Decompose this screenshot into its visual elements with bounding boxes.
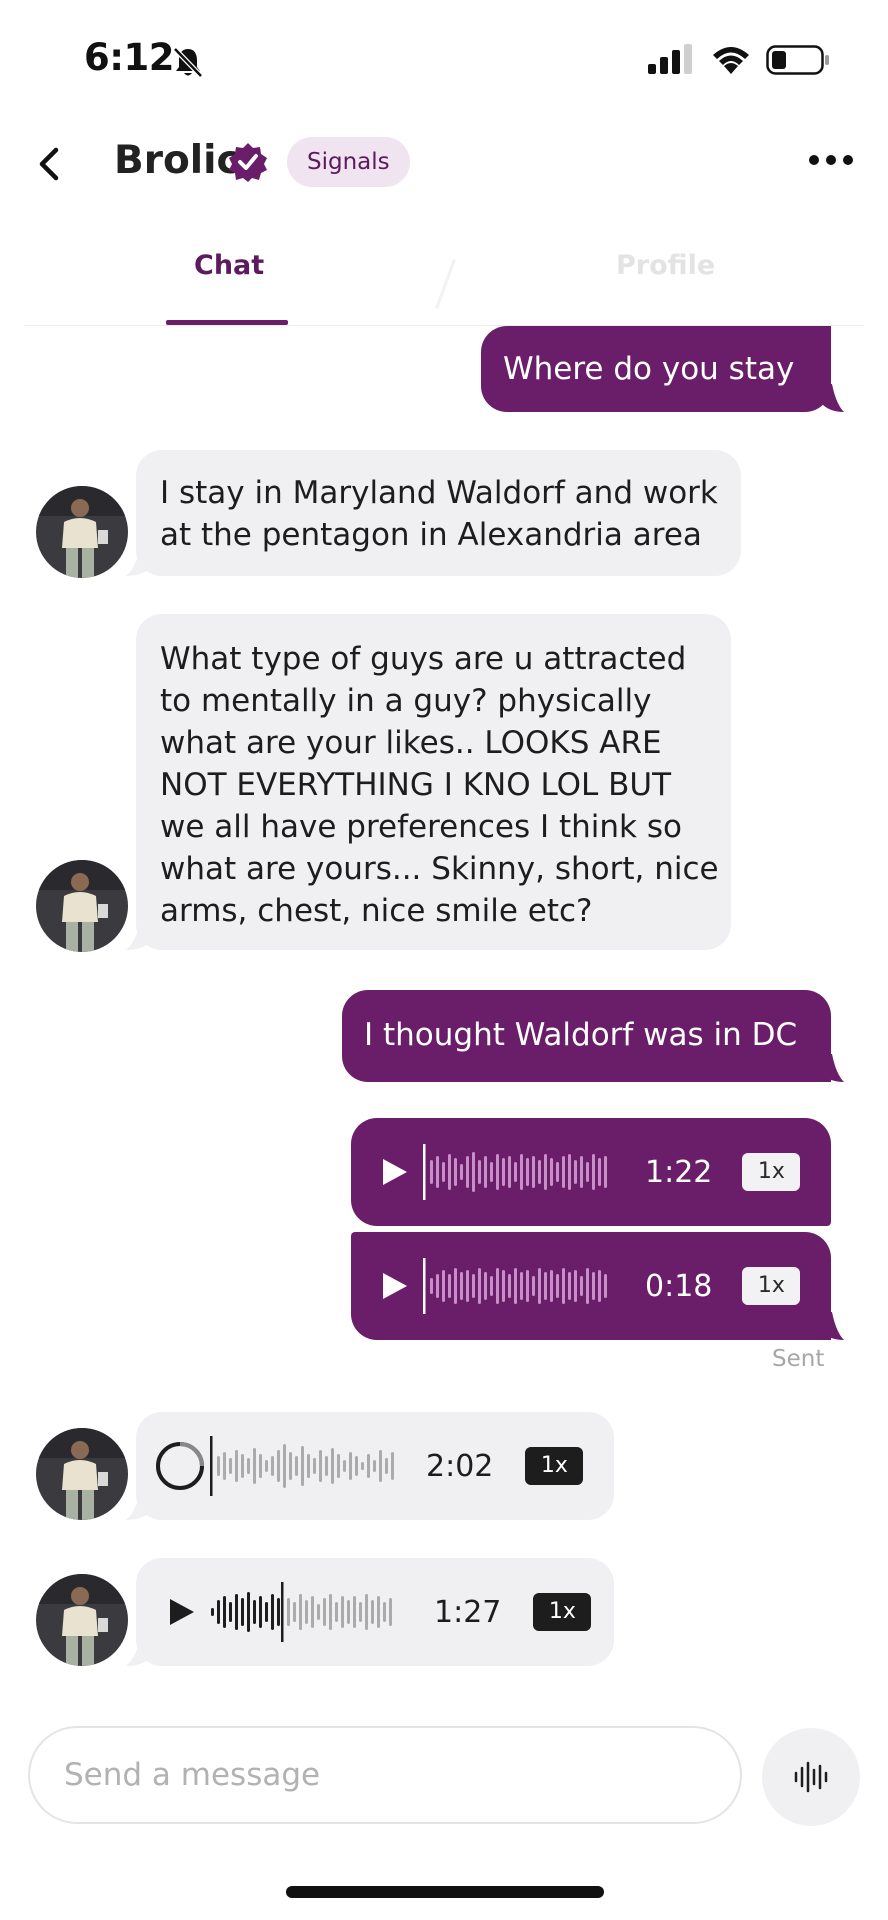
voice-duration: 0:18 [645,1268,713,1304]
waveform[interactable] [210,1582,400,1642]
message-line: I stay in Maryland Waldorf and work [160,475,718,511]
message-line: What type of guys are u attracted [160,641,687,677]
tab-divider [435,259,456,309]
signal-icon [648,44,692,74]
voice-record-button[interactable] [762,1728,860,1826]
status-bar: 6:12 [0,0,888,120]
avatar-photo [36,860,128,952]
signals-badge[interactable]: Signals [287,137,410,187]
voice-waveform-icon [794,1761,828,1793]
voice-message[interactable]: 2:02 1x [136,1412,614,1520]
bubble-tail [822,1054,844,1082]
bubble-tail [126,1638,150,1666]
incoming-message[interactable]: I stay in Maryland Waldorf and work at t… [136,450,741,576]
status-time: 6:12 [84,36,175,79]
tab-bar: Chat Profile [24,230,864,326]
message-line: at the pentagon in Alexandria area [160,517,702,553]
tab-profile[interactable]: Profile [616,250,715,281]
play-icon[interactable] [377,1269,411,1303]
voice-duration: 1:27 [434,1594,502,1630]
playback-speed-button[interactable]: 1x [742,1267,801,1305]
playback-speed-button[interactable]: 1x [525,1447,584,1485]
play-icon[interactable] [164,1595,198,1629]
bubble-tail [126,922,150,950]
waveform[interactable] [423,1256,613,1316]
message-line: what are your likes.. LOOKS ARE [160,725,662,761]
contact-avatar[interactable] [36,1428,128,1520]
chat-header: Brolic Signals [0,120,888,230]
voice-message[interactable]: 1:27 1x [136,1558,614,1666]
battery-icon [766,45,829,75]
active-tab-indicator [166,320,288,325]
message-line: to mentally in a guy? physically [160,683,652,719]
message-line: arms, chest, nice smile etc? [160,893,593,929]
message-line: NOT EVERYTHING I KNO LOL BUT [160,767,672,803]
message-line: we all have preferences I think so [160,809,682,845]
contact-avatar[interactable] [36,1574,128,1666]
verified-badge-icon [229,143,267,182]
voice-message[interactable]: 0:18 1x [351,1232,831,1340]
waveform[interactable] [210,1436,400,1496]
avatar-photo [36,1428,128,1520]
tab-chat[interactable]: Chat [194,250,264,281]
loading-spinner-icon[interactable] [154,1440,206,1492]
avatar-photo [36,486,128,578]
contact-name[interactable]: Brolic [114,138,240,183]
bubble-tail [126,1492,150,1520]
outgoing-message[interactable]: Where do you stay [481,326,831,412]
message-text: I thought Waldorf was in DC [364,1017,798,1053]
message-input[interactable] [64,1752,704,1798]
wifi-icon [713,47,749,74]
chevron-left-icon[interactable] [30,142,70,186]
playback-speed-button[interactable]: 1x [533,1593,592,1631]
sent-status: Sent [772,1346,825,1372]
playback-speed-button[interactable]: 1x [742,1153,801,1191]
avatar-photo [36,1574,128,1666]
bubble-tail [822,384,844,412]
play-icon[interactable] [377,1155,411,1189]
message-composer[interactable] [28,1726,742,1824]
bubble-tail [126,548,150,576]
bell-muted-icon [173,47,203,78]
voice-message[interactable]: 1:22 1x [351,1118,831,1226]
contact-avatar[interactable] [36,486,128,578]
message-line: what are yours... Skinny, short, nice [160,851,719,887]
more-horizontal-icon[interactable] [806,148,856,172]
contact-avatar[interactable] [36,860,128,952]
incoming-message[interactable]: What type of guys are u attracted to men… [136,614,731,950]
voice-duration: 2:02 [426,1448,494,1484]
voice-duration: 1:22 [645,1154,713,1190]
home-indicator [286,1886,604,1898]
bubble-tail [822,1312,844,1340]
message-text: Where do you stay [503,351,795,387]
waveform[interactable] [423,1142,613,1202]
outgoing-message[interactable]: I thought Waldorf was in DC [342,990,831,1082]
